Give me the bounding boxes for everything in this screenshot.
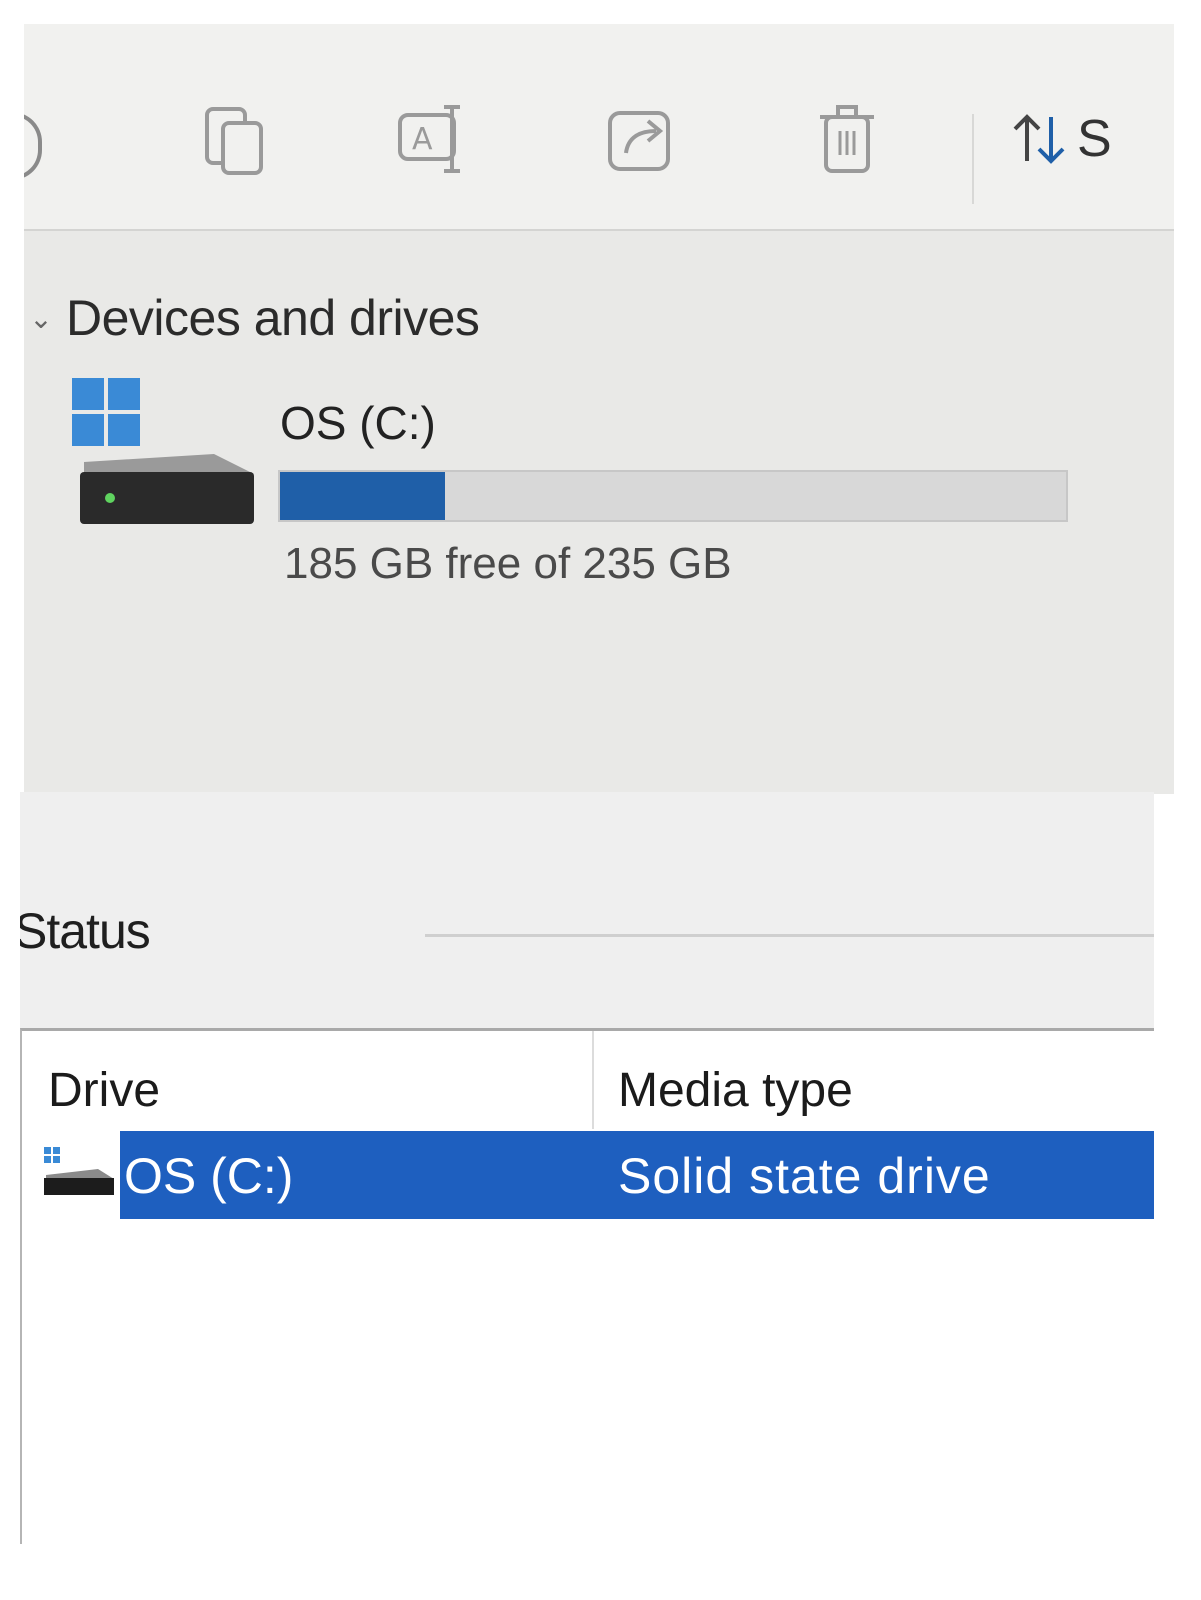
devices-section-header[interactable]: ⌄ Devices and drives [24,289,480,347]
file-explorer-panel: A S ⌄ Devices and drives OS (C:) 185 GB … [24,24,1174,794]
column-header-drive[interactable]: Drive [48,1063,160,1118]
sort-button[interactable]: S [1009,104,1112,174]
drive-space-text: 185 GB free of 235 GB [284,539,732,588]
copy-icon [205,107,263,175]
status-divider [425,934,1154,937]
drive-tile-c[interactable]: OS (C:) 185 GB free of 235 GB [54,374,1114,604]
drive-usage-bar [278,470,1068,522]
delete-button[interactable] [802,96,892,186]
toolbar-separator [972,114,974,204]
row-media-type: Solid state drive [618,1148,991,1204]
share-button[interactable] [599,96,689,186]
sort-icon [1013,114,1065,164]
rename-icon: A [398,105,460,173]
row-drive-name: OS (C:) [124,1148,294,1204]
copy-button[interactable] [189,96,279,186]
column-header-media-type[interactable]: Media type [618,1063,853,1118]
delete-icon [820,105,874,173]
drive-name: OS (C:) [280,397,436,449]
chevron-down-icon: ⌄ [29,302,53,334]
table-row[interactable]: OS (C:) Solid state drive [22,1131,1154,1221]
rename-button[interactable]: A [389,96,479,186]
drive-icon [44,1147,114,1195]
windows-drive-icon [72,378,254,524]
drive-usage-fill [280,472,446,520]
command-bar: A S [24,24,1174,231]
partial-toolbar-icon[interactable] [24,112,42,180]
column-divider[interactable] [592,1031,594,1129]
share-icon [608,111,670,171]
section-title: Devices and drives [66,290,480,346]
svg-text:A: A [412,122,433,157]
status-label: Status [20,903,151,959]
drive-list[interactable]: Drive Media type OS (C:) Solid state dri… [20,1028,1154,1544]
optimize-drives-panel: Status Drive Media type OS (C:) Solid st… [20,792,1154,1544]
sort-label: S [1077,110,1112,168]
